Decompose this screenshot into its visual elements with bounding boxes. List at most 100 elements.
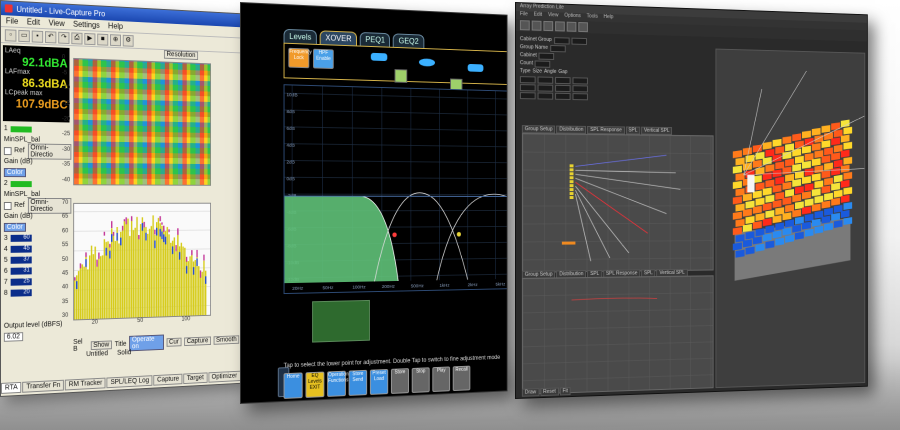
3d-venue-view[interactable] xyxy=(715,49,865,389)
trace-title[interactable]: Untitled xyxy=(86,350,108,358)
reset-button[interactable]: Reset xyxy=(540,388,559,397)
new-icon[interactable] xyxy=(520,20,530,30)
save-icon[interactable] xyxy=(543,21,553,31)
channel-row-2[interactable]: 2 xyxy=(1,178,71,189)
form-input[interactable] xyxy=(573,77,588,84)
color-row: Color xyxy=(1,167,71,178)
play-button[interactable]: Play xyxy=(432,366,450,392)
operation-functions-button[interactable]: Operation Functions xyxy=(327,371,346,397)
filter-shape-bandpass[interactable] xyxy=(419,58,435,66)
form-input[interactable] xyxy=(573,93,588,100)
form-input[interactable] xyxy=(538,92,554,99)
menu-settings[interactable]: Settings xyxy=(73,20,100,30)
crossover-graph[interactable]: 10dB8dB6dB4dB2dB0dB-2dB-4dB-6dB-8dB-10dB… xyxy=(284,84,508,294)
tab-target[interactable]: Target xyxy=(183,372,207,384)
tab-peq1[interactable]: PEQ1 xyxy=(360,32,391,47)
form-input[interactable] xyxy=(554,37,570,44)
menu-help[interactable]: Help xyxy=(604,14,614,22)
tab-transfer-fn[interactable]: Transfer Fn xyxy=(23,380,65,393)
form-input[interactable] xyxy=(555,76,570,83)
ref-checkbox[interactable] xyxy=(4,201,11,209)
undo-icon[interactable]: ↶ xyxy=(45,31,56,43)
spectrogram-plot[interactable] xyxy=(73,58,211,186)
filter-shape-lowcut[interactable] xyxy=(371,53,387,61)
smooth-button[interactable]: Smooth xyxy=(214,335,240,345)
open-icon[interactable] xyxy=(532,21,542,31)
resolution-button[interactable]: Resolution xyxy=(164,50,198,60)
menu-file[interactable]: File xyxy=(6,16,18,26)
form-input[interactable] xyxy=(538,84,554,91)
rta-bar xyxy=(156,222,157,317)
frequency-lock-button[interactable]: Frequency Lock xyxy=(288,48,309,68)
open-icon[interactable]: ▭ xyxy=(18,29,29,41)
tab-rta[interactable]: RTA xyxy=(1,382,22,394)
menu-view[interactable]: View xyxy=(548,12,558,20)
zoom-icon[interactable]: ⊕ xyxy=(110,34,121,46)
fit-button[interactable]: Fit xyxy=(560,387,571,395)
save-icon[interactable]: ▪ xyxy=(32,30,43,42)
operate-button[interactable]: Operate on xyxy=(129,335,163,352)
print-icon[interactable]: ⎙ xyxy=(71,32,82,44)
form-input[interactable] xyxy=(538,76,554,83)
hpf-enable-button[interactable]: HPF Enable xyxy=(313,49,334,69)
rta-bar xyxy=(177,231,178,316)
menu-edit[interactable]: Edit xyxy=(27,17,40,27)
form-input[interactable] xyxy=(520,76,536,83)
cur-button[interactable]: Cur xyxy=(166,337,181,346)
menu-tools[interactable]: Tools xyxy=(587,13,598,21)
form-input[interactable] xyxy=(555,84,570,91)
tab-optimizer[interactable]: Optimizer xyxy=(208,371,240,383)
store-button[interactable]: Store xyxy=(391,368,409,394)
rta-plot[interactable] xyxy=(73,203,211,321)
tab-xover[interactable]: XOVER xyxy=(320,30,357,45)
zoom-icon[interactable] xyxy=(567,22,577,32)
stop-icon[interactable]: ■ xyxy=(97,33,108,45)
redo-icon[interactable]: ↷ xyxy=(58,31,69,43)
menu-options[interactable]: Options xyxy=(564,13,581,21)
form-input[interactable] xyxy=(555,92,570,99)
form-input[interactable] xyxy=(520,92,536,99)
settings-icon[interactable]: ⚙ xyxy=(123,34,134,46)
response-plot[interactable] xyxy=(522,275,714,394)
eq-levels-exit-button[interactable]: EQ Levels EXIT xyxy=(305,372,324,398)
tab-geq2[interactable]: GEQ2 xyxy=(393,33,424,48)
rta-bar xyxy=(170,243,171,316)
ref-checkbox[interactable] xyxy=(4,147,11,155)
filter-shape-highcut[interactable] xyxy=(468,64,484,72)
coverage-plot[interactable] xyxy=(522,133,714,273)
menu-edit[interactable]: Edit xyxy=(534,12,542,20)
new-icon[interactable]: ▫ xyxy=(5,29,17,41)
rotate-icon[interactable] xyxy=(555,21,565,31)
form-input[interactable] xyxy=(571,37,586,44)
play-icon[interactable]: ▶ xyxy=(84,32,95,44)
band-marker-1[interactable] xyxy=(395,69,408,83)
output-level-input[interactable]: 6.02 xyxy=(4,332,23,342)
menu-view[interactable]: View xyxy=(49,18,65,28)
form-input[interactable] xyxy=(539,52,555,59)
draw-button[interactable]: Draw xyxy=(522,388,539,397)
color-button[interactable]: Color xyxy=(4,223,26,232)
capture-button[interactable]: Capture xyxy=(184,336,211,346)
spl-cell xyxy=(792,225,801,233)
channel-row-8[interactable]: 8 20 xyxy=(1,286,71,299)
menu-file[interactable]: File xyxy=(520,11,528,19)
preset-load-button[interactable]: Preset Load xyxy=(370,369,388,395)
form-input[interactable] xyxy=(520,84,536,91)
form-input[interactable] xyxy=(535,60,551,67)
show-button[interactable]: Show xyxy=(90,340,112,350)
form-input[interactable] xyxy=(550,44,566,51)
tab-spl[interactable]: SPL xyxy=(626,126,641,134)
pan-icon[interactable] xyxy=(578,22,588,32)
recall-button[interactable]: Recall xyxy=(453,366,471,391)
trace-style[interactable]: Solid xyxy=(117,349,131,356)
store-send-button[interactable]: Store Send xyxy=(349,370,367,396)
spl-cell xyxy=(831,122,840,130)
tab-capture[interactable]: Capture xyxy=(154,374,183,386)
menu-help[interactable]: Help xyxy=(108,21,123,30)
tab-rm-tracker[interactable]: RM Tracker xyxy=(65,378,106,391)
tab-levels[interactable]: Levels xyxy=(284,29,317,44)
form-input[interactable] xyxy=(573,85,588,92)
color-button[interactable]: Color xyxy=(4,168,26,177)
stop-button[interactable]: Stop xyxy=(412,367,430,393)
home-button[interactable]: Home xyxy=(284,372,303,399)
